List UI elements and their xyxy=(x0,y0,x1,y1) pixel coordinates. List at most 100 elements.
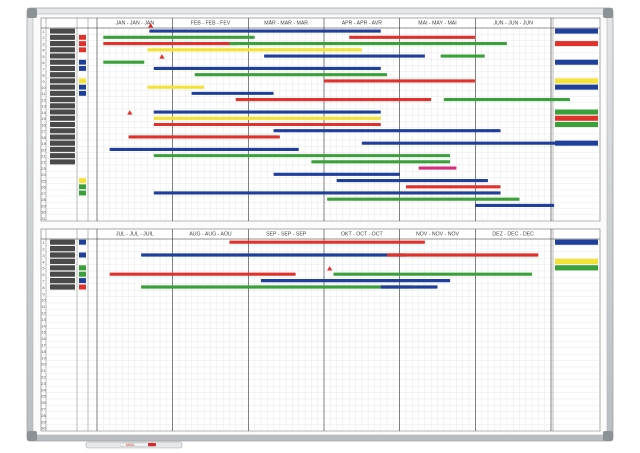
planning-bar-green[interactable] xyxy=(141,285,413,289)
name-label-strip[interactable] xyxy=(50,109,75,115)
planning-bar-green[interactable] xyxy=(194,73,388,77)
planning-bar-green[interactable] xyxy=(440,54,485,58)
name-label-strip[interactable] xyxy=(50,34,75,40)
planning-bar-yellow[interactable] xyxy=(147,85,205,89)
planning-bar-green[interactable] xyxy=(103,35,255,39)
name-label-strip[interactable] xyxy=(50,53,75,59)
right-color-tag[interactable] xyxy=(555,265,598,271)
right-color-tag[interactable] xyxy=(555,121,598,128)
planning-bar-red[interactable] xyxy=(103,42,236,46)
left-color-tag[interactable] xyxy=(79,190,86,196)
name-label-strip[interactable] xyxy=(50,28,75,34)
right-color-tag[interactable] xyxy=(555,28,598,34)
name-label-strip[interactable] xyxy=(50,239,75,245)
left-color-tag[interactable] xyxy=(79,66,86,71)
planning-bar-red[interactable] xyxy=(229,240,425,244)
planning-bar-blue[interactable] xyxy=(153,191,501,195)
planning-bar-blue[interactable] xyxy=(149,29,381,33)
name-label-strip[interactable] xyxy=(50,252,75,258)
planning-bar-green[interactable] xyxy=(229,42,507,46)
planning-bar-red[interactable] xyxy=(387,253,539,257)
left-color-tag[interactable] xyxy=(79,284,86,290)
planning-bar-blue[interactable] xyxy=(153,110,381,114)
name-label-strip[interactable] xyxy=(50,97,75,103)
planning-bar-red[interactable] xyxy=(405,185,501,189)
planning-bar-blue[interactable] xyxy=(336,178,488,183)
planning-bar-yellow[interactable] xyxy=(153,116,381,120)
left-color-tag[interactable] xyxy=(79,252,86,258)
planning-bar-blue[interactable] xyxy=(191,91,274,95)
right-color-tag[interactable] xyxy=(555,115,598,121)
right-color-tag[interactable] xyxy=(555,41,598,47)
planning-bar-green[interactable] xyxy=(103,60,145,64)
name-label-strip[interactable] xyxy=(50,103,75,109)
name-label-strip[interactable] xyxy=(50,65,75,71)
left-color-tag[interactable] xyxy=(79,178,86,183)
planning-bar-green[interactable] xyxy=(311,160,451,164)
planning-bar-blue[interactable] xyxy=(264,54,425,58)
planning-bar-green[interactable] xyxy=(443,98,570,102)
planning-bar-red[interactable] xyxy=(349,35,476,39)
planning-bar-blue[interactable] xyxy=(260,279,451,283)
name-label-strip[interactable] xyxy=(50,271,75,277)
left-color-tag[interactable] xyxy=(79,90,86,96)
planning-bar-red[interactable] xyxy=(153,122,381,127)
right-color-tag[interactable] xyxy=(555,109,598,115)
planning-bar-red[interactable] xyxy=(109,272,296,276)
name-label-strip[interactable] xyxy=(50,41,75,47)
planning-bar-blue[interactable] xyxy=(475,203,555,207)
planning-bar-green[interactable] xyxy=(333,272,533,276)
row-number: 16 xyxy=(41,122,46,127)
name-label-strip[interactable] xyxy=(50,246,75,252)
right-color-tag[interactable] xyxy=(555,239,598,245)
planning-bar-red[interactable] xyxy=(235,98,432,102)
left-color-tag[interactable] xyxy=(79,265,86,271)
planning-bar-blue[interactable] xyxy=(141,253,406,257)
row-number: 15 xyxy=(41,116,46,121)
right-color-tag[interactable] xyxy=(555,59,598,65)
planning-bar-blue[interactable] xyxy=(273,129,501,133)
planning-bar-green[interactable] xyxy=(153,154,451,158)
name-label-strip[interactable] xyxy=(50,47,75,53)
left-color-tag[interactable] xyxy=(79,84,86,90)
right-color-tag[interactable] xyxy=(555,258,598,264)
planning-bar-blue[interactable] xyxy=(109,147,299,151)
left-color-tag[interactable] xyxy=(79,41,86,46)
left-color-tag[interactable] xyxy=(79,34,86,40)
right-color-tag[interactable] xyxy=(555,84,598,90)
name-label-strip[interactable] xyxy=(50,121,75,128)
left-color-tag[interactable] xyxy=(79,59,86,65)
right-color-tag[interactable] xyxy=(555,78,598,84)
planning-bar-red[interactable] xyxy=(128,135,280,139)
name-label-strip[interactable] xyxy=(50,78,75,84)
name-label-strip[interactable] xyxy=(50,72,75,78)
name-label-strip[interactable] xyxy=(50,258,75,264)
left-color-tag[interactable] xyxy=(79,271,86,277)
planning-bar-red[interactable] xyxy=(324,79,476,83)
name-label-strip[interactable] xyxy=(50,134,75,140)
name-label-strip[interactable] xyxy=(50,59,75,65)
name-label-strip[interactable] xyxy=(50,115,75,121)
left-color-tag[interactable] xyxy=(79,184,86,190)
name-label-strip[interactable] xyxy=(50,140,75,146)
left-color-tag[interactable] xyxy=(79,47,86,53)
planning-bar-blue[interactable] xyxy=(380,285,438,289)
planning-bar-green[interactable] xyxy=(327,197,520,201)
planning-bar-yellow[interactable] xyxy=(147,48,362,52)
planning-bar-magenta[interactable] xyxy=(418,166,457,170)
planning-bar-blue[interactable] xyxy=(361,141,570,145)
name-label-strip[interactable] xyxy=(50,159,75,165)
left-color-tag[interactable] xyxy=(79,278,86,284)
left-color-tag[interactable] xyxy=(79,239,86,245)
name-label-strip[interactable] xyxy=(50,153,75,159)
planning-bar-blue[interactable] xyxy=(153,66,381,71)
left-color-tag[interactable] xyxy=(79,78,86,84)
name-label-strip[interactable] xyxy=(50,265,75,271)
name-label-strip[interactable] xyxy=(50,90,75,96)
name-label-strip[interactable] xyxy=(50,128,75,134)
name-label-strip[interactable] xyxy=(50,278,75,284)
name-label-strip[interactable] xyxy=(50,146,75,152)
name-label-strip[interactable] xyxy=(50,284,75,290)
planning-bar-blue[interactable] xyxy=(273,172,400,176)
name-label-strip[interactable] xyxy=(50,84,75,90)
